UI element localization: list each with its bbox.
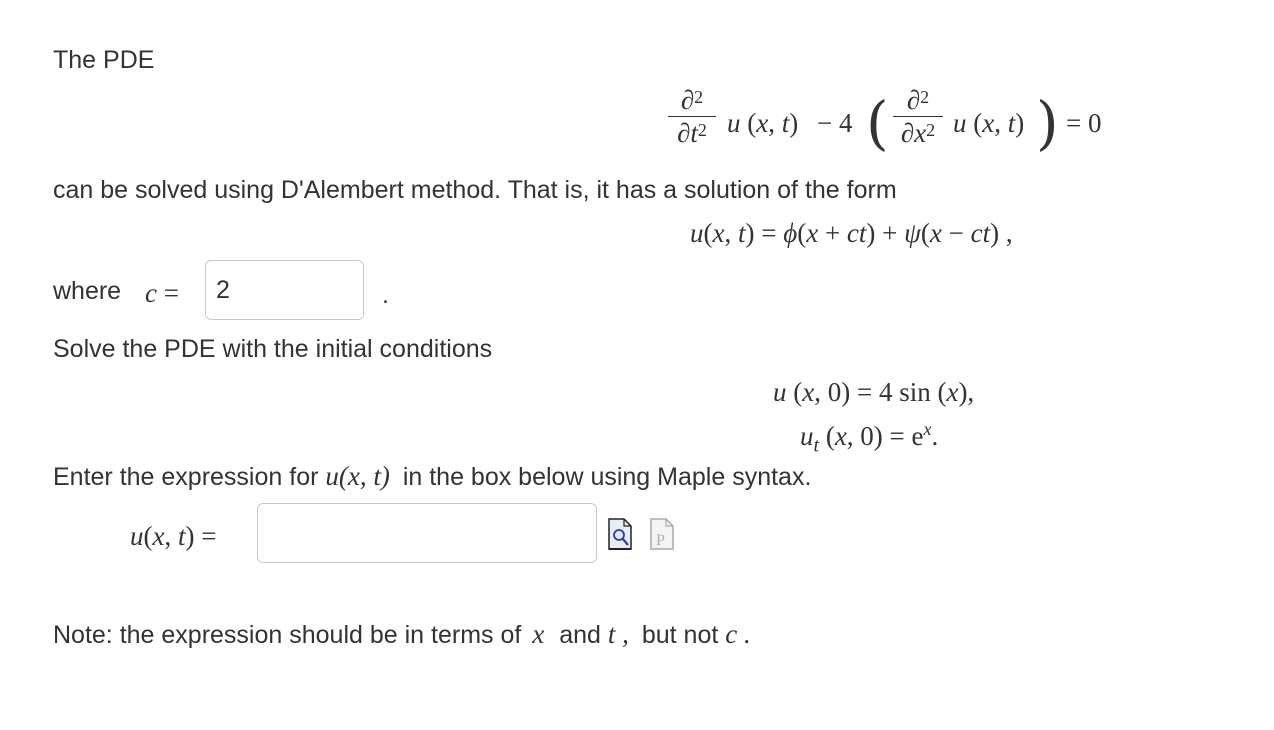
note-text: Note: the expression should be in terms …: [53, 619, 751, 650]
right-paren: ): [1036, 89, 1059, 157]
enter-text-after: in the box below using Maple syntax.: [402, 463, 812, 491]
solution-form: u(x, t) = ϕ(x + ct) + ψ(x − ct) ,: [690, 218, 1013, 248]
pde-minus-four: − 4: [817, 108, 853, 138]
pde-equals-zero: = 0: [1066, 108, 1102, 138]
note-prefix: Note: the expression should be in terms …: [53, 621, 522, 649]
svg-text:P: P: [656, 532, 665, 549]
enter-text-before: Enter the expression for: [53, 463, 319, 491]
fraction-d2-dx2: ∂2 ∂x2: [893, 86, 943, 147]
solved-text: can be solved using D'Alembert method. T…: [53, 176, 897, 204]
pde-partial-den-t: ∂t2: [677, 118, 707, 148]
note-and: and: [559, 621, 601, 649]
pde-partial-num-x: ∂2: [906, 85, 930, 115]
pde-partial-num-t: ∂2: [680, 85, 704, 115]
left-paren: (: [866, 89, 889, 157]
note-but: but not: [641, 621, 719, 649]
intro-lead: The PDE: [53, 46, 155, 74]
answer-label: u(x, t) =: [130, 521, 217, 551]
where-var: c =: [145, 278, 179, 308]
where-label: where: [53, 277, 122, 305]
pde-u-term-1: u (x, t): [727, 108, 799, 138]
initial-condition-2: ut (x, 0) = ex.: [800, 419, 939, 457]
enter-text: Enter the expression for u(x, t) in the …: [53, 461, 811, 492]
note-x: x: [532, 619, 545, 649]
solve-text: Solve the PDE with the initial condition…: [53, 335, 493, 363]
fraction-d2-dt2: ∂2 ∂t2: [668, 86, 716, 147]
maple-paste-icon[interactable]: P: [650, 518, 674, 550]
c-value-input[interactable]: 2: [205, 260, 364, 320]
pde-partial-den-x: ∂x2: [900, 118, 936, 148]
answer-input[interactable]: [257, 503, 597, 563]
note-c: c .: [725, 619, 751, 649]
initial-condition-1: u (x, 0) = 4 sin (x),: [773, 377, 975, 407]
pde-u-term-2: u (x, t): [953, 108, 1025, 138]
where-trailing-dot: .: [382, 281, 389, 309]
enter-text-math: u(x, t): [325, 461, 390, 491]
preview-icon[interactable]: [608, 518, 632, 550]
note-t: t ,: [607, 619, 629, 649]
